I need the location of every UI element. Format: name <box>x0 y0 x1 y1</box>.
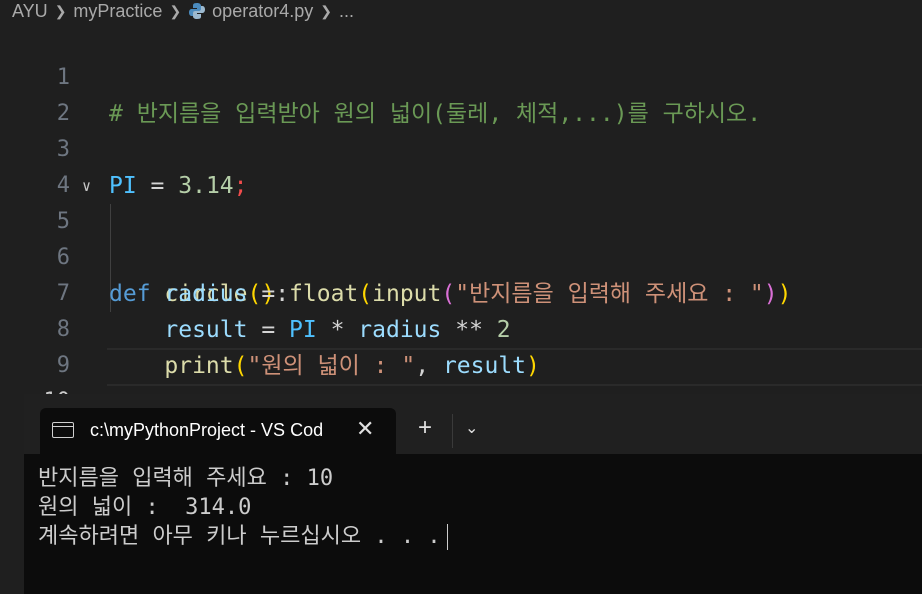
terminal-tab-bar: c:\myPythonProject - VS Cod ✕ + ⌄ <box>24 394 922 454</box>
breadcrumb-symbols[interactable]: ... <box>339 1 354 22</box>
terminal-output[interactable]: 반지름을 입력해 주세요 : 10 원의 넓이 : 314.0 계속하려면 아무… <box>38 464 448 551</box>
code-line-6[interactable]: 6 radius = float(input("반지름을 입력해 주세요 : "… <box>0 204 922 307</box>
code-line-9[interactable]: 9 <box>0 312 922 378</box>
terminal-line: 원의 넓이 : 314.0 <box>38 495 252 520</box>
code-line-2[interactable]: 2 <box>0 60 922 126</box>
breadcrumb-folder-ayu[interactable]: AYU <box>12 1 48 22</box>
chevron-right-icon: ❯ <box>169 2 182 19</box>
code-line-7[interactable]: 7 result = PI * radius ** 2 <box>0 240 922 343</box>
tab-divider <box>452 414 453 448</box>
chevron-right-icon: ❯ <box>54 2 67 19</box>
text-cursor <box>446 524 448 550</box>
code-line-8[interactable]: 8 print("원의 넓이 : ", result) <box>0 276 922 379</box>
code-line-4[interactable]: 4 <box>0 132 922 198</box>
python-file-icon <box>189 3 206 19</box>
breadcrumb: AYU ❯ myPractice ❯ operator4.py ❯ ... <box>0 0 922 22</box>
terminal-icon <box>52 422 74 438</box>
chevron-down-icon[interactable]: ⌄ <box>465 418 478 438</box>
terminal-tab-title: c:\myPythonProject - VS Cod <box>90 420 324 440</box>
breadcrumb-file-operator4[interactable]: operator4.py <box>212 1 313 22</box>
terminal-line: 반지름을 입력해 주세요 : 10 <box>38 466 334 491</box>
terminal-window[interactable]: c:\myPythonProject - VS Cod ✕ + ⌄ 반지름을 입… <box>24 394 922 594</box>
terminal-line: 계속하려면 아무 키나 누르십시오 . . . <box>38 522 448 551</box>
code-editor[interactable]: 1 # 반지름을 입력받아 원의 넓이(둘레, 체적,...)를 구하시오. 2… <box>0 24 922 451</box>
chevron-right-icon: ❯ <box>320 2 332 19</box>
code-line-5[interactable]: 5 ∨ def circle(): <box>0 168 922 307</box>
new-tab-button[interactable]: + <box>418 414 432 442</box>
close-icon[interactable]: ✕ <box>356 416 374 442</box>
breadcrumb-folder-mypractice[interactable]: myPractice <box>73 1 162 22</box>
terminal-tab[interactable]: c:\myPythonProject - VS Cod ✕ <box>40 408 396 454</box>
chevron-down-icon[interactable]: ∨ <box>82 168 91 204</box>
code-line-10[interactable]: 10 circle() <box>0 348 922 451</box>
code-line-1[interactable]: 1 # 반지름을 입력받아 원의 넓이(둘레, 체적,...)를 구하시오. <box>0 24 922 127</box>
code-line-3[interactable]: 3 PI = 3.14; <box>0 96 922 199</box>
